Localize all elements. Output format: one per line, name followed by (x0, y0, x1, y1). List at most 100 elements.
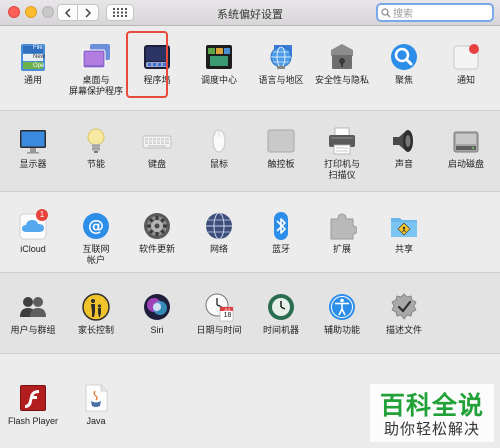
pane-general[interactable]: File New Ope 通用 (3, 42, 63, 86)
pane-label: 打印机与 扫描仪 (323, 159, 360, 180)
energy-saver-icon (81, 126, 111, 156)
mouse-icon (204, 126, 234, 156)
pane-startup-disk[interactable]: 启动磁盘 (436, 126, 496, 170)
general-icon: File New Ope (18, 42, 48, 72)
pane-java[interactable]: Java (66, 383, 126, 427)
pane-siri[interactable]: Siri (127, 292, 187, 336)
forward-button[interactable] (78, 4, 99, 21)
pane-desktop-screensaver[interactable]: 桌面与 屏幕保护程序 (66, 42, 126, 97)
chevron-left-icon (64, 7, 71, 18)
pane-accessibility[interactable]: 辅助功能 (312, 292, 372, 336)
pane-label: Flash Player (7, 416, 59, 426)
printer-icon (327, 126, 357, 156)
pane-internet-accounts[interactable]: @ 互联网 帐户 (66, 211, 126, 266)
pane-label: 辅助功能 (323, 325, 360, 335)
pane-label: 显示器 (19, 159, 47, 169)
puzzle-piece-icon (327, 211, 358, 241)
gear-icon (142, 211, 172, 241)
pane-label: 调度中心 (200, 75, 237, 85)
pane-spotlight[interactable]: 聚焦 (374, 42, 434, 86)
pane-printers-scanners[interactable]: 打印机与 扫描仪 (312, 126, 372, 181)
notifications-icon (451, 42, 481, 72)
pane-energy-saver[interactable]: 节能 (66, 126, 126, 170)
pane-network[interactable]: 网络 (189, 211, 249, 255)
pane-time-machine[interactable]: 时间机器 (251, 292, 311, 336)
pane-mission-control[interactable]: 调度中心 (189, 42, 249, 86)
zoom-window-button[interactable] (42, 6, 54, 18)
globe-icon (204, 211, 234, 241)
pane-label: 启动磁盘 (447, 159, 484, 169)
pane-label: Siri (150, 325, 164, 335)
checkmark-badge-icon (389, 292, 419, 322)
pane-label: 互联网 帐户 (82, 244, 110, 265)
pane-label: 通知 (456, 75, 475, 85)
pane-label: 共享 (394, 244, 413, 254)
minimize-window-button[interactable] (25, 6, 37, 18)
window-title: 系统偏好设置 (217, 9, 283, 21)
pane-label: 用户与群组 (10, 325, 56, 335)
mission-control-icon (204, 42, 234, 72)
pane-label: 鼠标 (209, 159, 228, 169)
pane-label: 日期与时间 (196, 325, 242, 335)
java-icon (81, 383, 111, 413)
icloud-icon: 1 (18, 209, 48, 241)
pane-trackpad[interactable]: 触控板 (251, 126, 311, 170)
grid-icon (113, 8, 127, 17)
pane-label: Java (86, 416, 106, 426)
security-icon (327, 42, 357, 72)
pane-label: 声音 (394, 159, 413, 169)
pane-label: 网络 (209, 244, 228, 254)
pane-label: 软件更新 (138, 244, 175, 254)
pane-security-privacy[interactable]: 安全性与隐私 (312, 42, 372, 86)
at-sign-icon: @ (81, 211, 111, 241)
pane-label: 描述文件 (385, 325, 422, 335)
pane-mouse[interactable]: 鼠标 (189, 126, 249, 170)
search-placeholder: 搜索 (393, 9, 413, 20)
siri-icon (142, 292, 172, 322)
pane-flash-player[interactable]: Flash Player (3, 383, 63, 427)
watermark: 百科全说 助你轻松解决 (370, 384, 494, 442)
time-machine-icon (266, 292, 296, 322)
pane-parental-controls[interactable]: 家长控制 (66, 292, 126, 336)
watermark-title: 百科全说 (379, 392, 484, 420)
pane-sharing[interactable]: 共享 (374, 211, 434, 255)
pane-icloud[interactable]: 1 iCloud (3, 209, 63, 255)
notification-badge: 1 (36, 209, 48, 221)
parental-controls-icon (81, 292, 111, 322)
search-icon (381, 7, 391, 17)
bluetooth-icon (266, 211, 296, 241)
pane-notifications[interactable]: 通知 (436, 42, 496, 86)
show-all-button[interactable] (106, 4, 134, 21)
pane-profiles[interactable]: 描述文件 (374, 292, 434, 336)
displays-icon (18, 126, 48, 156)
back-button[interactable] (57, 4, 78, 21)
pane-bluetooth[interactable]: 蓝牙 (251, 211, 311, 255)
pane-label: 节能 (86, 159, 105, 169)
flash-icon (18, 383, 48, 413)
pane-label: 键盘 (147, 159, 166, 169)
keyboard-icon (142, 126, 172, 156)
pane-keyboard[interactable]: 键盘 (127, 126, 187, 170)
pane-label: 时间机器 (262, 325, 299, 335)
hard-disk-icon (451, 126, 481, 156)
pane-extensions[interactable]: 扩展 (312, 211, 372, 255)
pane-sound[interactable]: 声音 (374, 126, 434, 170)
pane-label: 触控板 (267, 159, 295, 169)
pane-date-time[interactable]: JUL 18 日期与时间 (189, 292, 249, 336)
navigation-buttons (57, 4, 99, 21)
folder-icon (389, 211, 419, 241)
pane-label: 聚焦 (394, 75, 413, 85)
pane-label: iCloud (20, 244, 46, 254)
search-field[interactable]: 搜索 (376, 3, 494, 22)
pane-software-update[interactable]: 软件更新 (127, 211, 187, 255)
pane-users-groups[interactable]: 用户与群组 (3, 292, 63, 336)
pane-displays[interactable]: 显示器 (3, 126, 63, 170)
close-window-button[interactable] (8, 6, 20, 18)
users-icon (18, 292, 48, 322)
language-icon (266, 42, 296, 72)
pane-label: 家长控制 (77, 325, 114, 335)
watermark-subtitle: 助你轻松解决 (383, 421, 480, 438)
pane-language-region[interactable]: 语言与地区 (251, 42, 311, 86)
chevron-right-icon (85, 7, 92, 18)
svg-text:@: @ (88, 216, 104, 235)
